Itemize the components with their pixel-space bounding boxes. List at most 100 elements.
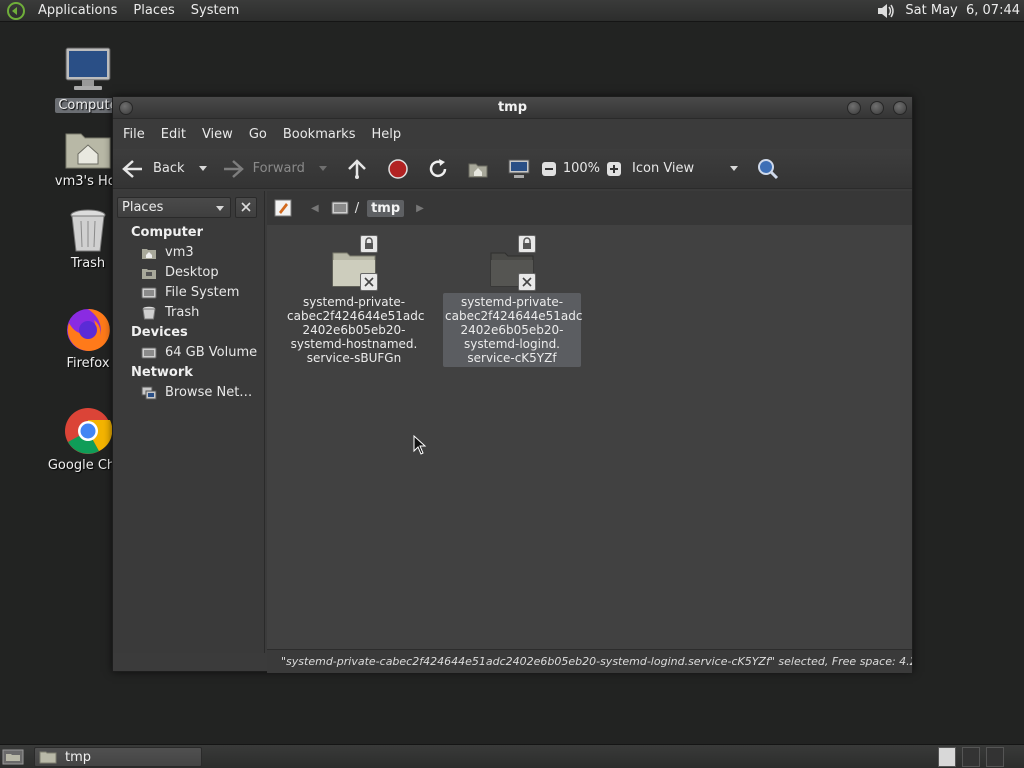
- drive-icon: [141, 287, 157, 298]
- top-panel-tray: Sat May 6, 07:44: [875, 0, 1024, 22]
- sidebar-item-64gb-volume[interactable]: 64 GB Volume: [141, 345, 257, 360]
- computer-icon: [65, 47, 111, 90]
- status-bar: "systemd-private-cabec2f424644e51adc2402…: [267, 649, 912, 673]
- menu-view[interactable]: View: [194, 127, 241, 142]
- up-arrow-icon[interactable]: [345, 157, 369, 181]
- file-name-line: service-cK5YZf: [467, 351, 557, 365]
- file-name-line: cabec2f424644e51adc: [287, 309, 425, 323]
- forward-label: Forward: [252, 161, 305, 176]
- sidebar-item-browse-network[interactable]: Browse Net…: [141, 385, 252, 400]
- chevron-down-icon: [216, 206, 224, 211]
- workspace-3[interactable]: [986, 747, 1004, 767]
- menu-go[interactable]: Go: [241, 127, 275, 142]
- menu-edit[interactable]: Edit: [153, 127, 194, 142]
- sidebar-item-vm3[interactable]: vm3: [141, 245, 194, 260]
- show-desktop-icon[interactable]: [2, 748, 24, 766]
- search-icon[interactable]: [756, 157, 780, 181]
- back-history-dropdown[interactable]: [198, 166, 207, 171]
- workspace-1[interactable]: [938, 747, 956, 767]
- workspace-2[interactable]: [962, 747, 980, 767]
- file-name: systemd-private- cabec2f424644e51adc 240…: [443, 293, 583, 367]
- top-panel-menus: Applications Places System: [0, 0, 247, 22]
- zoom-in-icon[interactable]: [606, 161, 622, 177]
- file-name-line: systemd-private-: [460, 295, 564, 309]
- path-scroll-left-icon[interactable]: ◀: [311, 203, 319, 214]
- gnome-foot-icon[interactable]: [6, 1, 26, 21]
- taskbar-item-tmp[interactable]: tmp: [34, 747, 202, 767]
- desktop-icon-label: Firefox: [66, 356, 110, 371]
- file-name-line: systemd-hostnamed.: [290, 337, 418, 351]
- menu-file[interactable]: File: [115, 127, 153, 142]
- reload-icon[interactable]: [427, 158, 449, 180]
- top-panel: Applications Places System Sat May 6, 07…: [0, 0, 1024, 22]
- section-devices: Devices: [131, 325, 188, 340]
- sidebar-item-label: Trash: [165, 305, 200, 320]
- file-item-hostnamed[interactable]: systemd-private- cabec2f424644e51adc 240…: [285, 235, 425, 367]
- places-menu[interactable]: Places: [125, 0, 182, 22]
- sidebar-item-trash[interactable]: Trash: [141, 305, 199, 320]
- toggle-location-entry-icon[interactable]: [273, 198, 293, 218]
- forward-history-dropdown[interactable]: [318, 166, 327, 171]
- unreadable-emblem-icon: [360, 273, 378, 291]
- toolbar: Back Forward 100% Icon View: [113, 149, 912, 189]
- firefox-icon: [67, 308, 110, 351]
- window-title: tmp: [497, 100, 528, 115]
- side-panel: Places Computer vm3 Desktop File System …: [113, 191, 265, 653]
- back-arrow-icon: [122, 159, 142, 178]
- desktop-icon: [142, 268, 156, 279]
- file-item-logind[interactable]: systemd-private- cabec2f424644e51adc 240…: [443, 235, 583, 367]
- zoom-level: 100%: [562, 161, 601, 176]
- path-root-button[interactable]: /: [331, 200, 359, 216]
- stop-icon[interactable]: [387, 158, 409, 180]
- title-bar[interactable]: tmp: [113, 97, 912, 119]
- section-computer: Computer: [131, 225, 204, 240]
- bottom-panel: tmp: [0, 744, 1024, 768]
- sidebar-item-file-system[interactable]: File System: [141, 285, 239, 300]
- view-mode-dropdown[interactable]: [730, 166, 739, 171]
- lock-icon: [518, 235, 536, 253]
- sidebar-item-label: vm3: [165, 245, 194, 260]
- side-panel-selector[interactable]: Places: [117, 197, 231, 218]
- close-button[interactable]: [893, 101, 907, 115]
- trash-icon: [70, 209, 106, 252]
- drive-icon: [141, 347, 157, 358]
- back-button[interactable]: Back: [121, 153, 185, 185]
- menu-bookmarks[interactable]: Bookmarks: [275, 127, 364, 142]
- minimize-button[interactable]: [847, 101, 861, 115]
- sidebar-item-desktop[interactable]: Desktop: [141, 265, 219, 280]
- home-icon[interactable]: [467, 158, 489, 180]
- file-name-line: cabec2f424644e51adc: [445, 309, 583, 323]
- path-current-button[interactable]: tmp: [367, 199, 405, 217]
- sidebar-item-label: File System: [165, 285, 240, 300]
- forward-button[interactable]: Forward: [221, 153, 305, 185]
- close-side-panel-button[interactable]: [235, 197, 257, 218]
- drive-icon: [331, 201, 349, 215]
- home-folder-icon: [65, 133, 111, 169]
- computer-icon[interactable]: [507, 158, 531, 180]
- home-icon: [142, 248, 156, 259]
- back-label: Back: [153, 161, 185, 176]
- desktop-icon-label: Compute: [55, 98, 121, 113]
- file-name-line: 2402e6b05eb20-: [302, 323, 406, 337]
- view-mode-selector[interactable]: Icon View: [632, 153, 694, 185]
- file-name-line: 2402e6b05eb20-: [460, 323, 564, 337]
- zoom-out-icon[interactable]: [541, 161, 557, 177]
- file-icon-view[interactable]: systemd-private- cabec2f424644e51adc 240…: [267, 225, 912, 649]
- path-separator: /: [354, 200, 360, 216]
- forward-arrow-icon: [223, 159, 244, 178]
- applications-menu[interactable]: Applications: [30, 0, 125, 22]
- folder-icon: [39, 751, 57, 764]
- menu-help[interactable]: Help: [363, 127, 409, 142]
- close-icon: [241, 202, 251, 212]
- speaker-icon[interactable]: [875, 1, 897, 21]
- system-menu[interactable]: System: [183, 0, 247, 22]
- file-name: systemd-private- cabec2f424644e51adc 240…: [285, 293, 425, 367]
- location-bar: ◀ / tmp ▶: [267, 191, 912, 225]
- mouse-cursor-icon: [413, 435, 427, 455]
- maximize-button[interactable]: [870, 101, 884, 115]
- path-scroll-right-icon[interactable]: ▶: [416, 203, 424, 214]
- network-icon: [141, 386, 157, 399]
- lock-icon: [360, 235, 378, 253]
- clock[interactable]: Sat May 6, 07:44: [905, 3, 1020, 18]
- trash-icon: [142, 306, 156, 319]
